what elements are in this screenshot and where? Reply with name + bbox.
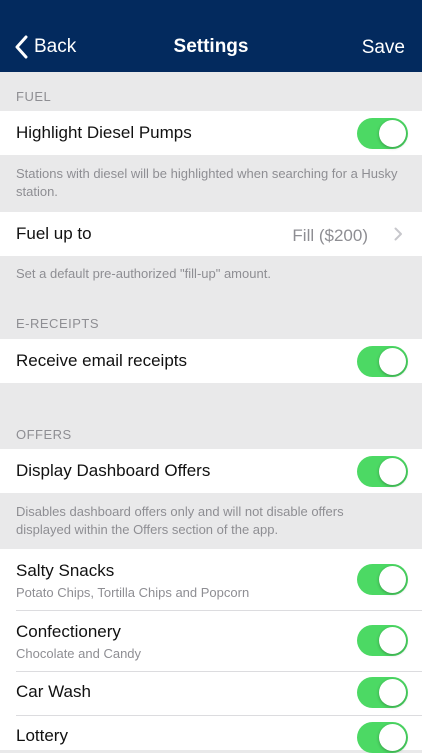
car-wash-toggle[interactable] <box>357 677 408 708</box>
toggle-knob <box>379 120 406 147</box>
list-item-car-wash[interactable]: Car Wash <box>0 671 422 715</box>
row-label: Receive email receipts <box>16 351 188 370</box>
row-label: Lottery <box>16 726 68 745</box>
list-item-confectionery[interactable]: Confectionery Chocolate and Candy <box>0 610 422 671</box>
row-fuel-up-to[interactable]: Fuel up to Fill ($200) <box>0 212 422 256</box>
fuel-up-note: Set a default pre-authorized "fill-up" a… <box>16 266 271 281</box>
row-label: Confectionery <box>16 622 121 641</box>
page-title: Settings <box>173 36 249 57</box>
diesel-note: Stations with diesel will be highlighted… <box>16 166 398 199</box>
row-email-receipts[interactable]: Receive email receipts <box>0 339 422 383</box>
toggle-knob <box>379 566 406 593</box>
save-button[interactable]: Save <box>362 37 405 59</box>
toggle-knob <box>379 348 406 375</box>
dashboard-offers-note: Disables dashboard offers only and will … <box>16 504 344 537</box>
row-label: Highlight Diesel Pumps <box>16 123 192 142</box>
dashboard-offers-toggle[interactable] <box>357 456 408 487</box>
toggle-knob <box>379 679 406 706</box>
diesel-toggle[interactable] <box>357 118 408 149</box>
confectionery-toggle[interactable] <box>357 625 408 656</box>
navigation-bar: Back Settings Save <box>0 0 422 72</box>
offer-category-list: Salty Snacks Potato Chips, Tortilla Chip… <box>0 549 422 753</box>
section-header-fuel: FUEL <box>16 89 52 104</box>
toggle-knob <box>379 724 406 751</box>
row-dashboard-offers[interactable]: Display Dashboard Offers <box>0 449 422 493</box>
row-label: Salty Snacks <box>16 561 115 580</box>
row-sublabel: Potato Chips, Tortilla Chips and Popcorn <box>16 585 250 600</box>
row-label: Car Wash <box>16 682 91 701</box>
section-header-offers: OFFERS <box>16 427 72 442</box>
list-item-salty-snacks[interactable]: Salty Snacks Potato Chips, Tortilla Chip… <box>0 549 422 610</box>
chevron-right-icon <box>394 227 402 241</box>
email-receipts-toggle[interactable] <box>357 346 408 377</box>
toggle-knob <box>379 627 406 654</box>
toggle-knob <box>379 458 406 485</box>
section-header-e-receipts: E-RECEIPTS <box>16 316 100 331</box>
row-label: Display Dashboard Offers <box>16 461 211 480</box>
list-item-lottery[interactable]: Lottery <box>0 716 422 753</box>
row-highlight-diesel[interactable]: Highlight Diesel Pumps <box>0 111 422 155</box>
lottery-toggle[interactable] <box>357 722 408 753</box>
row-sublabel: Chocolate and Candy <box>16 646 142 661</box>
salty-snacks-toggle[interactable] <box>357 564 408 595</box>
row-label: Fuel up to <box>16 224 92 243</box>
fuel-up-value: Fill ($200) <box>292 226 368 245</box>
